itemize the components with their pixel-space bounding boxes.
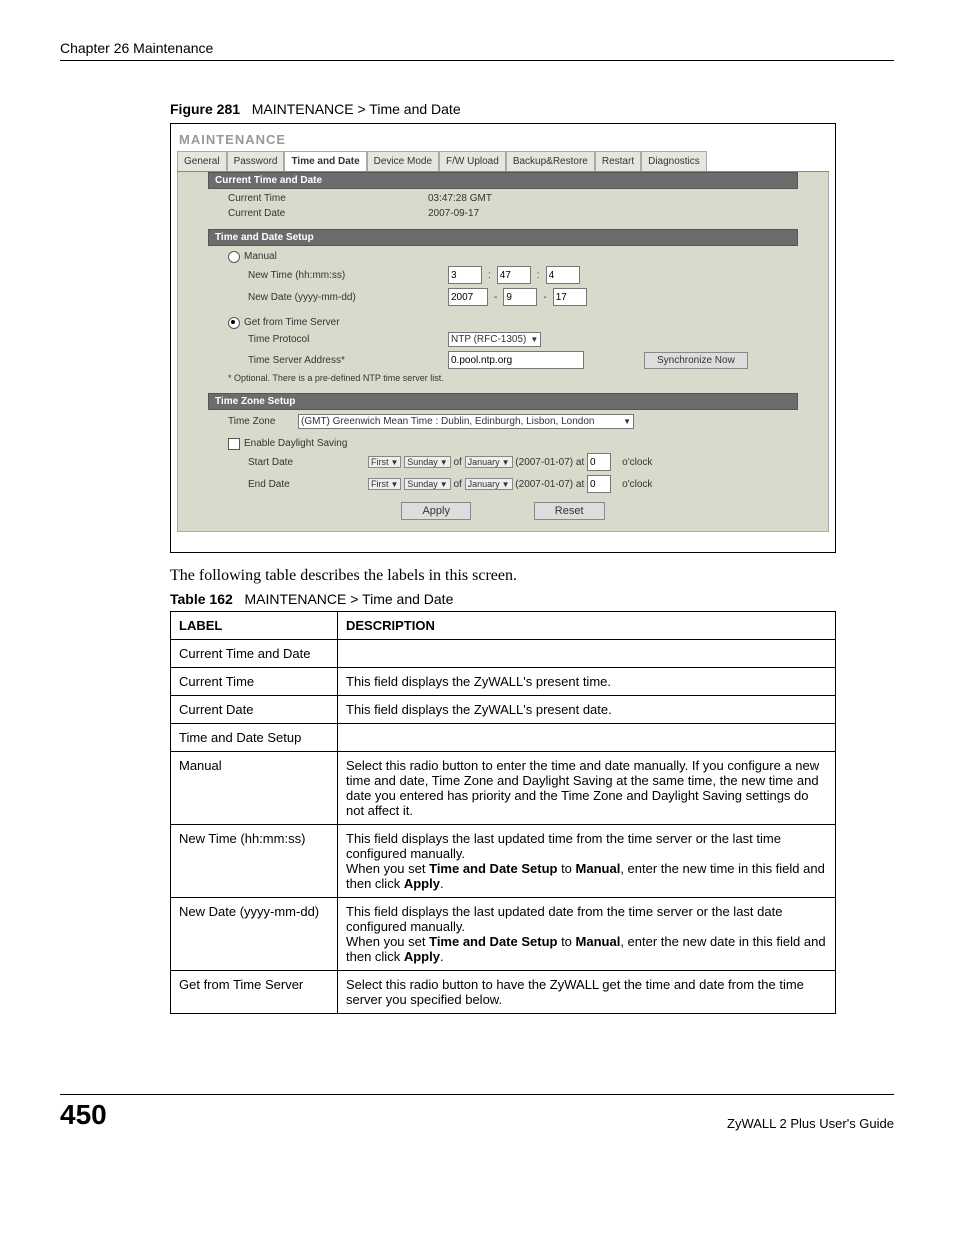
new-time-hh[interactable] [448, 266, 482, 284]
tab-device-mode[interactable]: Device Mode [367, 151, 439, 171]
get-from-server-label: Get from Time Server [244, 317, 340, 328]
new-time-label: New Time (hh:mm:ss) [248, 270, 448, 281]
tab-backup-restore[interactable]: Backup&Restore [506, 151, 595, 171]
chevron-down-icon: ▼ [440, 458, 448, 467]
start-hour-input[interactable] [587, 453, 611, 471]
figure-label: Figure 281 [170, 101, 240, 117]
screen-title: MAINTENANCE [179, 132, 827, 147]
section-current-time-date: Current Time and Date [208, 172, 798, 189]
current-time-value: 03:47:28 GMT [428, 193, 492, 204]
manual-radio[interactable] [228, 251, 240, 263]
new-time-mm[interactable] [497, 266, 531, 284]
chevron-down-icon: ▼ [440, 480, 448, 489]
table-row: Manual Select this radio button to enter… [171, 752, 836, 825]
start-oclock: o'clock [622, 457, 652, 468]
chevron-down-icon: ▼ [502, 458, 510, 467]
table-title: MAINTENANCE > Time and Date [244, 591, 453, 607]
table-row: Current Time This field displays the ZyW… [171, 668, 836, 696]
current-time-label: Current Time [228, 193, 428, 204]
time-server-input[interactable] [448, 351, 584, 369]
manual-label: Manual [244, 251, 277, 262]
tab-password[interactable]: Password [227, 151, 285, 171]
figure-title: MAINTENANCE > Time and Date [252, 101, 461, 117]
end-hour-input[interactable] [587, 475, 611, 493]
end-ordinal-select[interactable]: First▼ [368, 478, 401, 490]
end-oclock: o'clock [622, 479, 652, 490]
start-weekday-select[interactable]: Sunday▼ [404, 456, 450, 468]
table-row: Current Date This field displays the ZyW… [171, 696, 836, 724]
new-date-mm[interactable] [503, 288, 537, 306]
new-date-dd[interactable] [553, 288, 587, 306]
tab-general[interactable]: General [177, 151, 227, 171]
intro-paragraph: The following table describes the labels… [170, 567, 894, 585]
new-date-label: New Date (yyyy-mm-dd) [248, 292, 448, 303]
enable-daylight-label: Enable Daylight Saving [244, 438, 347, 449]
section-time-zone-setup: Time Zone Setup [208, 393, 798, 410]
chevron-down-icon: ▼ [623, 417, 631, 426]
synchronize-now-button[interactable]: Synchronize Now [644, 352, 748, 369]
time-zone-select[interactable]: (GMT) Greenwich Mean Time : Dublin, Edin… [298, 414, 634, 429]
end-weekday-select[interactable]: Sunday▼ [404, 478, 450, 490]
start-ordinal-select[interactable]: First▼ [368, 456, 401, 468]
start-date-paren: (2007-01-07) [515, 457, 573, 468]
chevron-down-icon: ▼ [530, 335, 538, 344]
tab-row: General Password Time and Date Device Mo… [177, 151, 829, 172]
section-time-date-setup: Time and Date Setup [208, 229, 798, 246]
table-row: Current Time and Date [171, 640, 836, 668]
th-description: DESCRIPTION [338, 612, 836, 640]
reset-button[interactable]: Reset [534, 502, 605, 520]
time-server-label: Time Server Address* [248, 355, 448, 366]
tab-time-and-date[interactable]: Time and Date [284, 151, 366, 171]
table-label: Table 162 [170, 591, 233, 607]
chevron-down-icon: ▼ [502, 480, 510, 489]
tab-diagnostics[interactable]: Diagnostics [641, 151, 707, 171]
end-date-label: End Date [248, 479, 368, 490]
page-number: 450 [60, 1099, 107, 1131]
start-month-select[interactable]: January▼ [465, 456, 513, 468]
new-date-yyyy[interactable] [448, 288, 488, 306]
description-table: LABEL DESCRIPTION Current Time and Date … [170, 611, 836, 1014]
th-label: LABEL [171, 612, 338, 640]
enable-daylight-checkbox[interactable] [228, 438, 240, 450]
get-from-server-radio[interactable] [228, 317, 240, 329]
panel: Current Time and Date Current Time 03:47… [177, 172, 829, 532]
table-caption: Table 162 MAINTENANCE > Time and Date [170, 591, 894, 607]
chevron-down-icon: ▼ [391, 458, 399, 467]
current-date-value: 2007-09-17 [428, 208, 479, 219]
time-protocol-select[interactable]: NTP (RFC-1305) ▼ [448, 332, 541, 347]
start-date-label: Start Date [248, 457, 368, 468]
chevron-down-icon: ▼ [391, 480, 399, 489]
tab-fw-upload[interactable]: F/W Upload [439, 151, 506, 171]
end-month-select[interactable]: January▼ [465, 478, 513, 490]
table-row: New Date (yyyy-mm-dd) This field display… [171, 898, 836, 971]
table-row: New Time (hh:mm:ss) This field displays … [171, 825, 836, 898]
current-date-label: Current Date [228, 208, 428, 219]
table-row: Get from Time Server Select this radio b… [171, 971, 836, 1014]
apply-button[interactable]: Apply [401, 502, 471, 520]
chapter-header: Chapter 26 Maintenance [60, 40, 894, 61]
time-server-footnote: * Optional. There is a pre-defined NTP t… [228, 373, 798, 383]
time-zone-label: Time Zone [228, 416, 298, 427]
table-row: Time and Date Setup [171, 724, 836, 752]
new-time-ss[interactable] [546, 266, 580, 284]
tab-restart[interactable]: Restart [595, 151, 641, 171]
screenshot-container: MAINTENANCE General Password Time and Da… [170, 123, 836, 553]
figure-caption: Figure 281 MAINTENANCE > Time and Date [170, 101, 894, 117]
guide-name: ZyWALL 2 Plus User's Guide [727, 1116, 894, 1131]
time-protocol-label: Time Protocol [248, 334, 448, 345]
end-date-paren: (2007-01-07) [515, 479, 573, 490]
